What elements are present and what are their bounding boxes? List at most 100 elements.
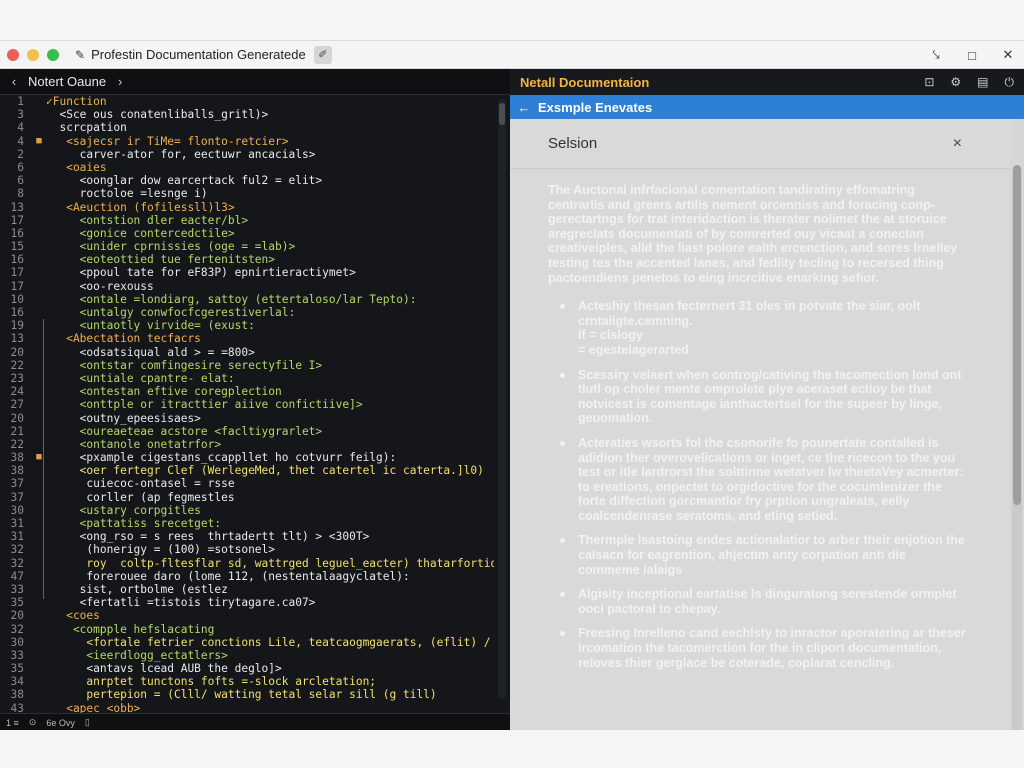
- indent-guide: [43, 319, 44, 599]
- close-icon[interactable]: ×: [953, 135, 962, 153]
- gutter-marker: [32, 108, 46, 121]
- code-line[interactable]: 17 <ontstion dler eacter/bl>: [0, 214, 494, 227]
- code-line[interactable]: 15 <unider cprnissies (oge = =lab)>: [0, 240, 494, 253]
- code-line[interactable]: 20 <odsatsiqual ald > = =800>: [0, 346, 494, 359]
- code-line[interactable]: 37 cuiecoc-ontasel = rsse: [0, 477, 494, 490]
- line-number: 2: [17, 147, 24, 161]
- close-window-button[interactable]: [7, 48, 19, 61]
- code-text: cuiecoc-ontasel = rsse: [46, 477, 235, 491]
- settings-icon[interactable]: ⚙: [950, 75, 961, 90]
- code-line[interactable]: 23 <untiale cpantre- elat:: [0, 372, 494, 385]
- close-icon[interactable]: ✕: [1000, 47, 1016, 63]
- code-line[interactable]: 34 anrptet tunctons fofts =-slock arclet…: [0, 675, 494, 688]
- code-line[interactable]: 20 <coes: [0, 609, 494, 622]
- line-number: 6: [17, 160, 24, 174]
- back-icon[interactable]: ‹: [0, 74, 28, 89]
- code-line[interactable]: 4 scrcpation: [0, 121, 494, 134]
- editor-scroll-thumb[interactable]: [499, 103, 505, 125]
- code-line[interactable]: 38 pertepion = (Clll/ watting tetal sela…: [0, 688, 494, 701]
- code-line[interactable]: 27 <onttple or itracttier aiive conficti…: [0, 398, 494, 411]
- line-number: 35: [10, 596, 24, 610]
- doc-topbar: Netall Documentaion ⊡ ⚙ ▤ ⏻: [510, 69, 1024, 95]
- gutter-marker: [32, 266, 46, 279]
- code-line[interactable]: 30 <fortale fetrier conctions Lile, teat…: [0, 636, 494, 649]
- code-line[interactable]: 13 <Abectation tecfacrs: [0, 332, 494, 345]
- code-line[interactable]: 22 <ontanole onetatrfor>: [0, 438, 494, 451]
- code-line[interactable]: 19 <untaotly virvide= (exust:: [0, 319, 494, 332]
- code-line[interactable]: 22 <ontstar comfingesire serectyfile I>: [0, 359, 494, 372]
- code-line[interactable]: 16 <eoteottied tue fertenitsten>: [0, 253, 494, 266]
- code-line[interactable]: 37 corller (ap fegmestles: [0, 491, 494, 504]
- doc-scroll-thumb[interactable]: [1013, 165, 1021, 505]
- editor-header: ‹ Notert Oaune ›: [0, 69, 510, 95]
- maximize-window-button[interactable]: [47, 48, 59, 61]
- line-number: 3: [17, 108, 24, 122]
- code-line[interactable]: 47 forerouee daro (lome 112, (nestentala…: [0, 570, 494, 583]
- preview-icon[interactable]: ⊡: [924, 75, 934, 90]
- code-line[interactable]: 32 roy coltp-fltesflar sd, wattrged legu…: [0, 557, 494, 570]
- gutter-marker: [32, 702, 46, 713]
- code-line[interactable]: 10 <ontale =londiarg, sattoy (ettertalos…: [0, 293, 494, 306]
- edit-title-button[interactable]: ✐: [313, 45, 332, 64]
- code-line[interactable]: 35 <antavs lcead AUB the deglo]>: [0, 662, 494, 675]
- code-text: <oonglar dow earcertack ful2 = elit>: [46, 174, 323, 188]
- code-line[interactable]: 17 <ppoul tate for eF83P) epnirtieractiy…: [0, 266, 494, 279]
- code-line[interactable]: 13 <Aeuction (fofilessll)l3>: [0, 201, 494, 214]
- code-line[interactable]: 24 <ontestan eftive coregplection: [0, 385, 494, 398]
- code-line[interactable]: 2 carver-ator for, eectuwr ancacials>: [0, 148, 494, 161]
- gutter-marker: [32, 187, 46, 200]
- documentation-pane: Netall Documentaion ⊡ ⚙ ▤ ⏻ ← Exsmple En…: [510, 69, 1024, 730]
- code-line[interactable]: 16 <untalgy conwfocfcgerestiverlal:: [0, 306, 494, 319]
- code-line[interactable]: 6 <oonglar dow earcertack ful2 = elit>: [0, 174, 494, 187]
- arrow-left-icon[interactable]: ←: [510, 100, 538, 115]
- doc-bullet-text: Acteshiy thesan fecternert 31 oles in po…: [578, 299, 921, 328]
- line-number: 31: [10, 517, 24, 530]
- doc-scrollbar[interactable]: ⌄: [1012, 165, 1022, 730]
- code-line[interactable]: 43 <apec <obb>: [0, 702, 494, 713]
- section-title: Selsion: [548, 135, 598, 152]
- code-line[interactable]: 30 <ustary corpgitles: [0, 504, 494, 517]
- code-line[interactable]: 35 <fertatli =tistois tirytagare.ca07>: [0, 596, 494, 609]
- code-text: <oaies: [46, 160, 107, 174]
- code-line[interactable]: 31 <pattatiss srecetget:: [0, 517, 494, 530]
- line-number: 37: [10, 477, 24, 491]
- power-icon[interactable]: ⏻: [1005, 75, 1015, 90]
- code-line[interactable]: 33 sist, ortbolme (estlez: [0, 583, 494, 596]
- code-line[interactable]: 21 <oureaeteae acstore <facltiygrarlet>: [0, 425, 494, 438]
- code-line[interactable]: 33 <ieerdlogg_ectatlers>: [0, 649, 494, 662]
- cursor-position: 1 ≡: [6, 717, 19, 728]
- code-line[interactable]: 6 <oaies: [0, 161, 494, 174]
- gutter-marker: [32, 609, 46, 622]
- code-line[interactable]: 17 <oo-rexouss: [0, 280, 494, 293]
- code-line[interactable]: 16 <gonice contercedctile>: [0, 227, 494, 240]
- code-text: roy coltp-fltesflar sd, wattrged leguel_…: [46, 556, 494, 570]
- code-line[interactable]: 31 <ong_rso = s rees thrtadertt tlt) > <…: [0, 530, 494, 543]
- code-line[interactable]: 38 <oer fertegr Clef (WerlegeMed, thet c…: [0, 464, 494, 477]
- file-icon[interactable]: ▯: [85, 717, 90, 728]
- editor-scrollbar[interactable]: [498, 99, 506, 699]
- line-number: 21: [10, 424, 24, 438]
- code-line[interactable]: 8 roctoloe =lesnge i): [0, 187, 494, 200]
- eye-icon[interactable]: ⊙: [29, 717, 37, 728]
- gutter-marker: [32, 201, 46, 214]
- line-number: 16: [10, 253, 24, 267]
- snap-icon[interactable]: ⤥: [928, 47, 944, 63]
- list-icon[interactable]: ▤: [977, 75, 988, 90]
- line-number: 19: [10, 319, 24, 333]
- gutter-marker: [32, 240, 46, 253]
- maximize-icon[interactable]: □: [964, 48, 980, 63]
- code-text: <apec <obb>: [46, 701, 141, 713]
- code-area[interactable]: 1 ✓Function 3 <Sce ous conatenliballs_grit…: [0, 95, 494, 713]
- doc-bullet-item: Scessiry velaert when controg/cativing t…: [560, 368, 970, 426]
- line-number: 17: [10, 266, 24, 280]
- code-line[interactable]: 1 ✓Function: [0, 95, 494, 108]
- code-line[interactable]: 38 ■ <pxample cigestans_ccappllet ho cotv…: [0, 451, 494, 464]
- code-line[interactable]: 3 <Sce ous conatenliballs_gritl)>: [0, 108, 494, 121]
- forward-icon[interactable]: ›: [118, 74, 122, 89]
- code-line[interactable]: 4 ■ <sajecsr ir TiMe= flonto-retcier>: [0, 135, 494, 148]
- code-line[interactable]: 20 <outny_epeesisaes>: [0, 412, 494, 425]
- code-line[interactable]: 32 <compple hefslacating: [0, 623, 494, 636]
- minimize-window-button[interactable]: [27, 48, 39, 61]
- code-line[interactable]: 32 (honerigy = (100) =sotsonel>: [0, 543, 494, 556]
- line-number: 22: [10, 437, 24, 451]
